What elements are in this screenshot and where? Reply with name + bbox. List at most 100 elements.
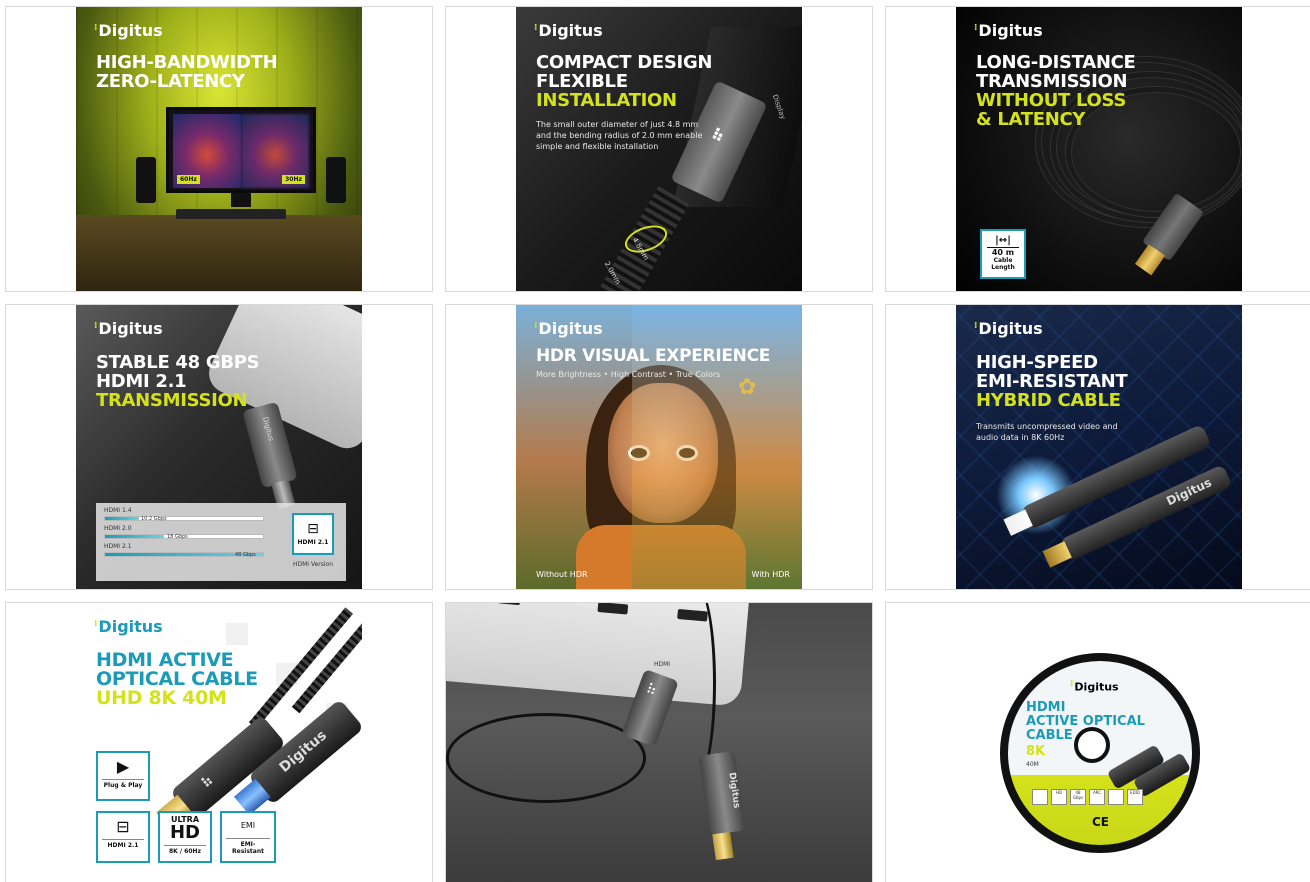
monitor: 60Hz 30Hz [166,107,316,193]
brand-logo: ⁞Digitus [94,21,163,40]
bar-label: HDMI 1.4 [104,507,132,514]
product-tile-mac[interactable]: HDMI ⠷ Digitus [445,602,873,882]
digitus-mark-icon: ⠷ [643,681,659,700]
badge-label: HDMI 2.1 [102,839,144,849]
product-tile-48gbps[interactable]: Digitus ⁞Digitus STABLE 48 GBPS HDMI 2.1… [5,304,433,590]
speaker-right [326,157,346,203]
bar-fill [105,517,139,520]
spool-icon-row: HD 48 Gbps ARC EDID [1032,789,1143,805]
subtext: More Brightness • High Contrast • True C… [536,370,721,379]
spool-length: 40M [1026,761,1039,768]
monitor-stand [231,193,251,207]
product-image-main[interactable]: ⠷ Digitus ⁞Digitus HDMI ACTIVE OPTICAL C… [76,603,362,882]
hdmi-plug-bottom: Digitus [698,750,746,836]
digitus-mark-icon: ⠷ [198,772,218,792]
emi-badge: EMI EMI-Resistant [220,811,276,863]
digitus-mark-icon: ⠷ [708,124,728,147]
length-value: 40 m [987,247,1019,257]
cable-length-badge: |↔| 40 m Cable Length [980,229,1026,279]
connector-text: Digitus [276,727,330,776]
headline: STABLE 48 GBPS HDMI 2.1 TRANSMISSION [96,352,260,411]
brand-logo: ⁞Digitus [94,319,163,338]
hdmi-plug-tip [712,831,734,861]
keyboard [176,209,286,219]
spool-accent: 8K [1026,744,1046,759]
brand-logo: ⁞Digitus [974,21,1043,40]
caption-without-hdr: Without HDR [536,570,588,579]
hdmi-icon: ⊟ [307,521,319,537]
bar-label: HDMI 2.0 [104,525,132,532]
badge-label: Plug & Play [102,779,144,789]
spool-feature-icon [1108,789,1124,805]
product-tile-distance[interactable]: ⁞Digitus LONG-DISTANCE TRANSMISSION WITH… [885,6,1310,292]
hd-label: HD [169,822,200,843]
cable-spool: ⁞Digitus HDMI ACTIVE OPTICAL CABLE 8K 40… [1000,653,1200,853]
badge-caption-line1: Cable [993,257,1013,264]
product-image-bandwidth[interactable]: 60Hz 30Hz ⁞Digitus HIGH-BANDWIDTH ZERO-L… [76,7,362,291]
product-tile-bandwidth[interactable]: 60Hz 30Hz ⁞Digitus HIGH-BANDWIDTH ZERO-L… [5,6,433,292]
spool-feature-icon: HD [1051,789,1067,805]
brand-logo: ⁞Digitus [94,617,163,636]
product-image-compact[interactable]: ⠷ 4.8mm 2.0mm Display ⁞Digitus COMPACT D… [516,7,802,291]
product-tile-emi[interactable]: Digitus ⁞Digitus HIGH-SPEED EMI-RESISTAN… [885,304,1310,590]
port-label: HDMI [654,661,671,668]
product-image-mac[interactable]: HDMI ⠷ Digitus [446,603,872,882]
product-tile-compact[interactable]: ⠷ 4.8mm 2.0mm Display ⁞Digitus COMPACT D… [445,6,873,292]
bar-track: 48 Gbps [104,552,264,558]
hdmi-version-badge: ⊟ HDMI 2.1 [292,513,334,555]
spool-feature-icon [1032,789,1048,805]
headline: LONG-DISTANCE TRANSMISSION WITHOUT LOSS … [976,52,1136,130]
subtext: Transmits uncompressed video and audio d… [976,422,1118,442]
product-image-48gbps[interactable]: Digitus ⁞Digitus STABLE 48 GBPS HDMI 2.1… [76,305,362,589]
spool-feature-icon: 48 Gbps [1070,789,1086,805]
brand-logo: ⁞Digitus [1070,679,1119,694]
headline: COMPACT DESIGN FLEXIBLE INSTALLATION [536,52,713,111]
bar-track: 18 Gbps [104,534,264,540]
badge-label: 8K / 60Hz [164,845,206,855]
hdmi-icon: ⊟ [116,817,130,836]
bar-track: 10.2 Gbps [104,516,264,522]
bar-value: 10.2 Gbps [141,516,167,522]
product-tile-main[interactable]: ⠷ Digitus ⁞Digitus HDMI ACTIVE OPTICAL C… [5,602,433,882]
version-caption: HDMI Version [292,561,334,568]
length-arrows-icon: |↔| [995,235,1011,246]
subtext: The small outer diameter of just 4.8 mm … [536,120,703,151]
headline: HDR VISUAL EXPERIENCE [536,346,771,366]
brand-logo: ⁞Digitus [534,21,603,40]
headline: HIGH-SPEED EMI-RESISTANT HYBRID CABLE [976,352,1128,411]
cable-wire [446,713,646,803]
speaker-left [136,157,156,203]
bar-value: 18 Gbps [167,534,188,540]
product-image-emi[interactable]: Digitus ⁞Digitus HIGH-SPEED EMI-RESISTAN… [956,305,1242,589]
spool-hole [1074,727,1110,763]
plug-and-play-badge: ▶ Plug & Play [96,751,150,801]
connector-text: Digitus [726,771,742,809]
headline: HIGH-BANDWIDTH ZERO-LATENCY [96,52,278,92]
product-tile-spool[interactable]: ⁞Digitus HDMI ACTIVE OPTICAL CABLE 8K 40… [885,602,1310,882]
hdmi-badge: ⊟ HDMI 2.1 [96,811,150,863]
spool-text-line3: CABLE [1026,728,1073,743]
ultra-hd-badge: ULTRA HD 8K / 60Hz [158,811,212,863]
bg-square [226,623,248,645]
plug-play-icon: ▶ [116,757,130,776]
badge-label: EMI-Resistant [226,838,270,855]
product-tile-hdr[interactable]: ✿ ⁞Digitus HDR VISUAL EXPERIENCE More Br… [445,304,873,590]
product-image-hdr[interactable]: ✿ ⁞Digitus HDR VISUAL EXPERIENCE More Br… [516,305,802,589]
ce-mark: CE [1092,815,1110,829]
version-label: HDMI 2.1 [297,539,329,546]
device-port [597,603,629,615]
bar-label: HDMI 2.1 [104,543,132,550]
connector-text: Digitus [261,416,276,442]
product-image-distance[interactable]: ⁞Digitus LONG-DISTANCE TRANSMISSION WITH… [956,7,1242,291]
bar-fill [105,535,165,538]
brand-logo: ⁞Digitus [974,319,1043,338]
product-image-spool[interactable]: ⁞Digitus HDMI ACTIVE OPTICAL CABLE 8K 40… [956,603,1242,882]
desk [76,215,362,291]
spool-feature-icon: ARC [1089,789,1105,805]
label-60hz: 60Hz [177,175,200,184]
spool-text-line2: ACTIVE OPTICAL [1026,714,1145,729]
device-port [497,603,521,606]
badge-caption-line2: Length [991,264,1015,271]
caption-with-hdr: With HDR [751,570,790,579]
spool-text-line1: HDMI [1026,700,1066,715]
